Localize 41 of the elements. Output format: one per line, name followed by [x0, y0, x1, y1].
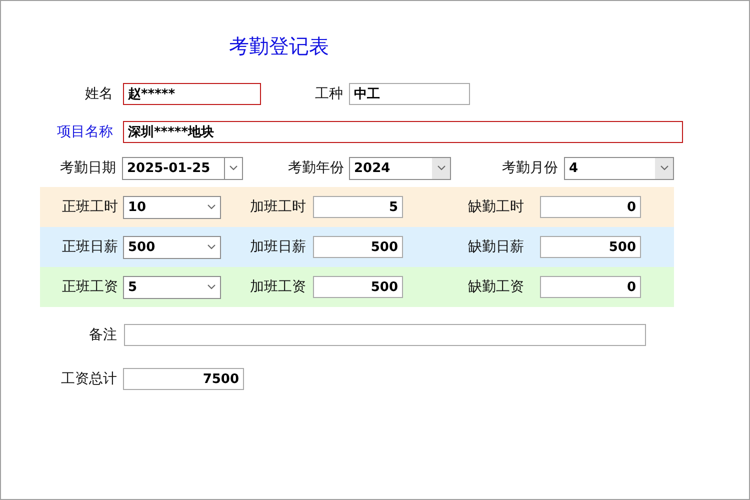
chevron-down-icon: [206, 284, 216, 290]
chevron-down-icon: [206, 204, 216, 210]
text-field[interactable]: 赵*****: [123, 83, 261, 105]
field-label: 备注: [88, 326, 117, 344]
number-field[interactable]: 7500: [123, 368, 244, 390]
field-label: 工资总计: [60, 370, 117, 388]
text-field[interactable]: [124, 324, 646, 346]
text-field[interactable]: 中工: [349, 83, 470, 105]
chevron-down-icon: [206, 244, 216, 250]
field-label: 工种: [314, 85, 343, 103]
field-label: 缺勤日薪: [467, 238, 524, 256]
number-field[interactable]: 0: [540, 196, 641, 218]
field-label: 加班工资: [249, 278, 306, 296]
text-field[interactable]: 深圳*****地块: [123, 121, 683, 143]
field-label: 考勤年份: [287, 159, 344, 177]
field-label: 正班工资: [61, 278, 118, 296]
number-field[interactable]: 0: [540, 276, 641, 298]
field-label: 缺勤工时: [467, 198, 524, 216]
field-label: 加班工时: [249, 198, 306, 216]
date-field[interactable]: 2025-01-25: [122, 156, 243, 180]
form-title: 考勤登记表: [229, 33, 329, 60]
chevron-down-icon: [229, 165, 238, 171]
field-label: 缺勤工资: [467, 278, 524, 296]
dropdown[interactable]: 2024: [349, 156, 451, 180]
field-label: 姓名: [84, 85, 113, 103]
dropdown[interactable]: 500: [123, 236, 221, 258]
chevron-down-icon: [436, 165, 446, 171]
field-label: 正班日薪: [61, 238, 118, 256]
dropdown[interactable]: 10: [123, 196, 221, 218]
number-field[interactable]: 500: [313, 276, 403, 298]
field-label: 正班工时: [61, 198, 118, 216]
dropdown[interactable]: 5: [123, 276, 221, 298]
number-field[interactable]: 500: [313, 236, 403, 258]
field-label: 项目名称: [56, 123, 113, 141]
dropdown[interactable]: 4: [564, 156, 674, 180]
field-label: 考勤日期: [59, 159, 116, 177]
field-label: 考勤月份: [501, 159, 558, 177]
number-field[interactable]: 5: [313, 196, 403, 218]
number-field[interactable]: 500: [540, 236, 641, 258]
chevron-down-icon: [660, 165, 668, 171]
field-label: 加班日薪: [249, 238, 306, 256]
